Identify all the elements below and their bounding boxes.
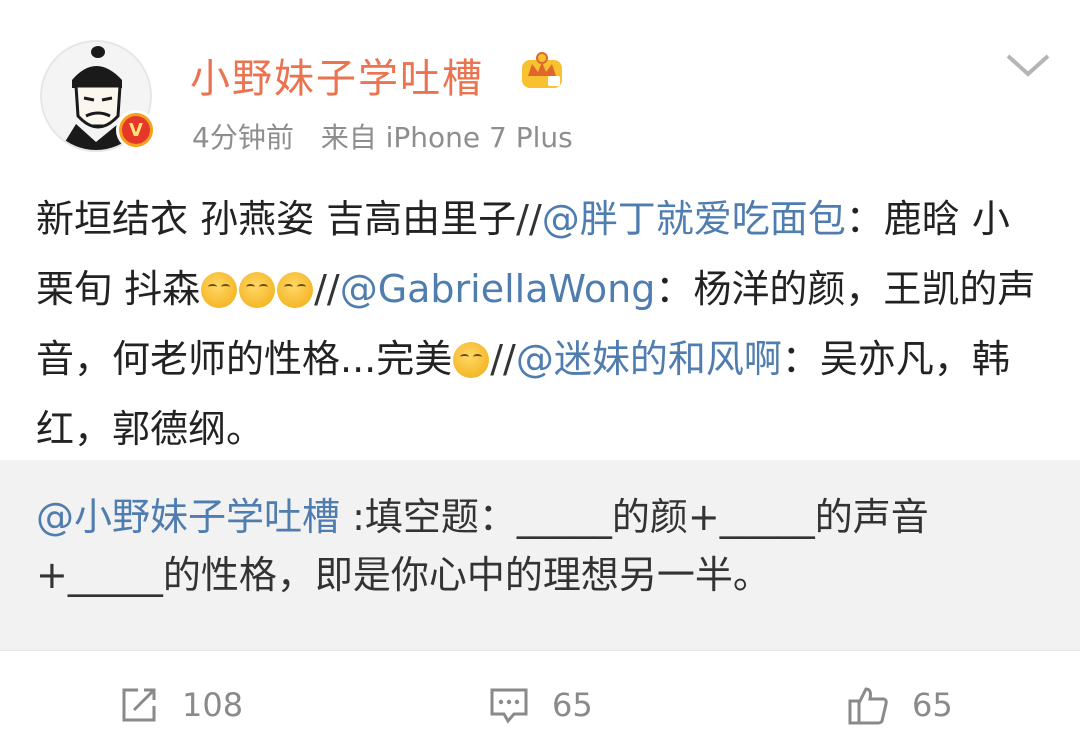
like-count: 65 bbox=[912, 686, 953, 724]
post-time: 4分钟前 bbox=[192, 121, 294, 154]
avatar[interactable]: V bbox=[40, 40, 156, 152]
repost-separator: // bbox=[490, 337, 516, 381]
original-post-box[interactable]: @小野妹子学吐槽 :填空题：_____的颜+_____的声音+_____的性格，… bbox=[0, 460, 1080, 650]
comment-icon bbox=[490, 688, 528, 724]
smiling-emoji-icon bbox=[239, 272, 276, 308]
repost-count: 108 bbox=[182, 686, 244, 724]
username[interactable]: 小野妹子学吐槽 bbox=[190, 46, 484, 104]
repost-separator: // bbox=[314, 267, 340, 311]
mention-link[interactable]: @胖丁就爱吃面包 bbox=[542, 197, 846, 241]
post-text-1: 新垣结衣 孙燕姿 吉高由里子 bbox=[36, 197, 517, 241]
repost-button[interactable]: 108 bbox=[118, 680, 243, 730]
repost-icon bbox=[122, 688, 156, 722]
repost-separator: // bbox=[516, 197, 542, 241]
post-meta: 4分钟前 来自 iPhone 7 Plus bbox=[192, 116, 591, 156]
thumbs-up-icon bbox=[848, 687, 888, 725]
footer-divider bbox=[0, 650, 1080, 651]
like-button[interactable]: 65 bbox=[846, 680, 953, 730]
mention-link[interactable]: @迷妹的和风啊 bbox=[516, 337, 782, 381]
chevron-down-icon[interactable] bbox=[1004, 52, 1052, 80]
original-post-text: @小野妹子学吐槽 :填空题：_____的颜+_____的声音+_____的性格，… bbox=[36, 488, 1046, 604]
original-author-mention[interactable]: @小野妹子学吐槽 bbox=[36, 495, 340, 539]
post-body: 新垣结衣 孙燕姿 吉高由里子//@胖丁就爱吃面包：鹿晗 小栗旬 抖森//@Gab… bbox=[36, 184, 1046, 464]
comment-count: 65 bbox=[552, 686, 593, 724]
weibo-post-card: V 小野妹子学吐槽 4分钟前 来自 iPhone 7 Plus 新垣结衣 孙燕姿… bbox=[0, 0, 1080, 753]
verified-badge: V bbox=[116, 110, 156, 150]
smiling-emoji-icon bbox=[277, 272, 314, 308]
shy-emoji-icon bbox=[453, 342, 490, 378]
verified-v-icon: V bbox=[122, 116, 150, 144]
crown-vip-icon[interactable] bbox=[518, 46, 566, 94]
comment-button[interactable]: 65 bbox=[488, 680, 593, 730]
post-source: 来自 iPhone 7 Plus bbox=[320, 121, 573, 154]
smiling-emoji-icon bbox=[201, 272, 238, 308]
mention-link[interactable]: @GabriellaWong bbox=[340, 267, 656, 311]
